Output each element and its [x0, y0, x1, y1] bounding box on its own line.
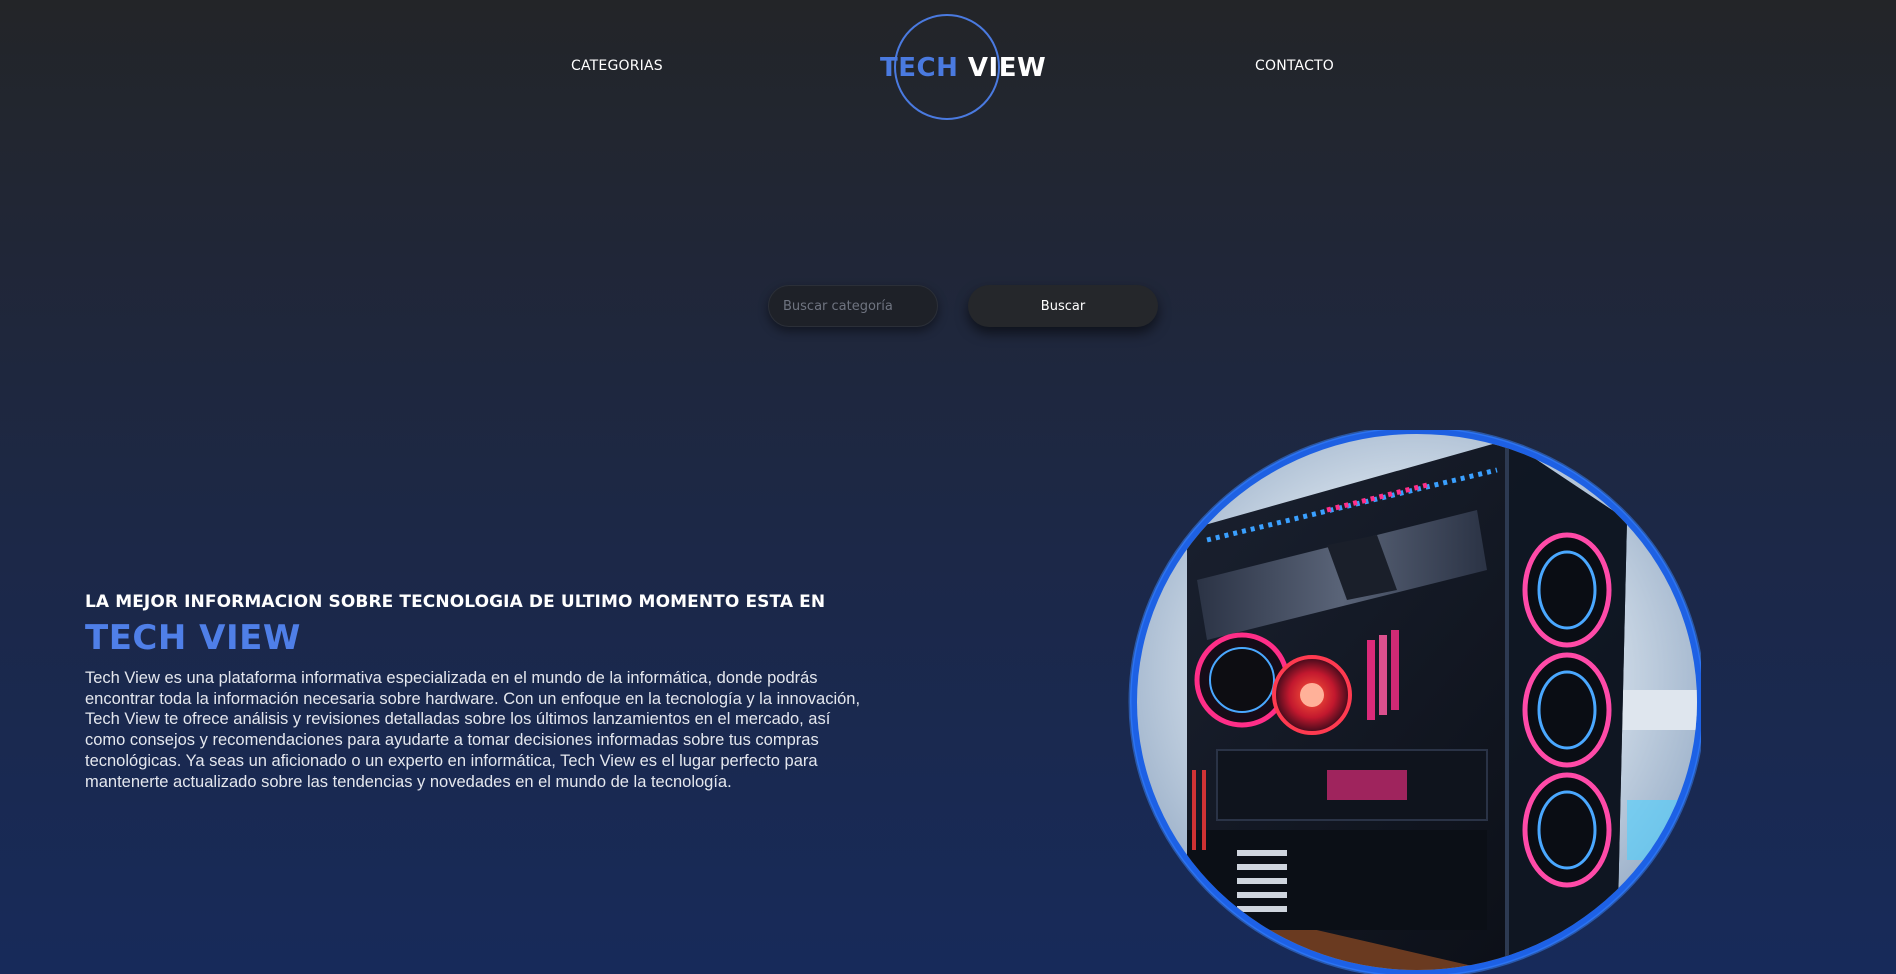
hero-heading: LA MEJOR INFORMACION SOBRE TECNOLOGIA DE… [85, 592, 826, 612]
hero-section: LA MEJOR INFORMACION SOBRE TECNOLOGIA DE… [85, 592, 865, 792]
hero-brand-title: TECH VIEW [85, 618, 301, 658]
logo[interactable]: TECH VIEW [880, 14, 1046, 124]
top-navigation: CATEGORIAS TECH VIEW CONTACTO [0, 0, 1896, 140]
logo-text-view: VIEW [967, 53, 1047, 83]
search-input[interactable] [768, 285, 938, 327]
gaming-pc-image [1127, 430, 1701, 974]
hero-description: Tech View es una plataforma informativa … [85, 669, 861, 791]
nav-link-categorias[interactable]: CATEGORIAS [571, 58, 663, 74]
logo-text-tech: TECH [880, 53, 959, 83]
nav-link-contacto[interactable]: CONTACTO [1255, 58, 1334, 74]
search-button[interactable]: Buscar [968, 285, 1158, 327]
logo-text: TECH VIEW [880, 53, 1046, 83]
